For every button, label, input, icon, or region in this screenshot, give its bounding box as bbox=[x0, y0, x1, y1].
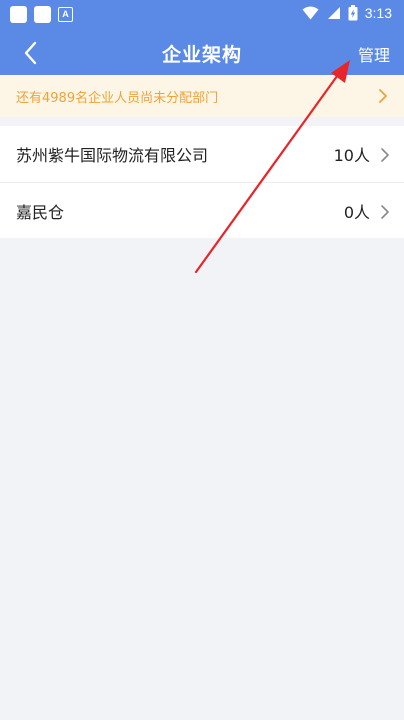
department-name: 嘉民仓 bbox=[16, 202, 65, 222]
status-bar-system: 3:13 bbox=[302, 5, 392, 21]
chevron-right-icon bbox=[379, 89, 387, 103]
battery-charging-icon bbox=[348, 5, 358, 21]
chevron-right-icon bbox=[381, 148, 389, 162]
text-input-a-icon: A bbox=[58, 7, 73, 22]
department-count: 0人 bbox=[343, 202, 370, 222]
chevron-right-icon bbox=[381, 205, 389, 219]
page-title: 企业架构 bbox=[161, 44, 242, 66]
department-row[interactable]: 苏州紫牛国际物流有限公司 10人 bbox=[0, 126, 404, 182]
department-name: 苏州紫牛国际物流有限公司 bbox=[16, 146, 209, 165]
notification-square-icon bbox=[10, 6, 27, 23]
nav-bar: 企业架构 管理 bbox=[0, 30, 404, 75]
status-bar: A 3:13 bbox=[0, 0, 404, 30]
unassigned-notice-banner[interactable]: 还有4989名企业人员尚未分配部门 bbox=[0, 75, 404, 117]
app-header: A 3:13 企业架构 管理 bbox=[0, 0, 404, 75]
wifi-icon bbox=[302, 6, 319, 20]
status-time: 3:13 bbox=[364, 5, 392, 21]
manage-button[interactable]: 管理 bbox=[358, 42, 390, 66]
signal-icon bbox=[327, 7, 340, 19]
notice-text: 还有4989名企业人员尚未分配部门 bbox=[16, 90, 219, 106]
department-list: 苏州紫牛国际物流有限公司 10人 嘉民仓 0人 bbox=[0, 126, 404, 238]
status-bar-notifications: A bbox=[10, 6, 73, 23]
department-row[interactable]: 嘉民仓 0人 bbox=[0, 182, 404, 238]
notification-square-icon bbox=[34, 6, 51, 23]
department-count: 10人 bbox=[333, 146, 370, 165]
